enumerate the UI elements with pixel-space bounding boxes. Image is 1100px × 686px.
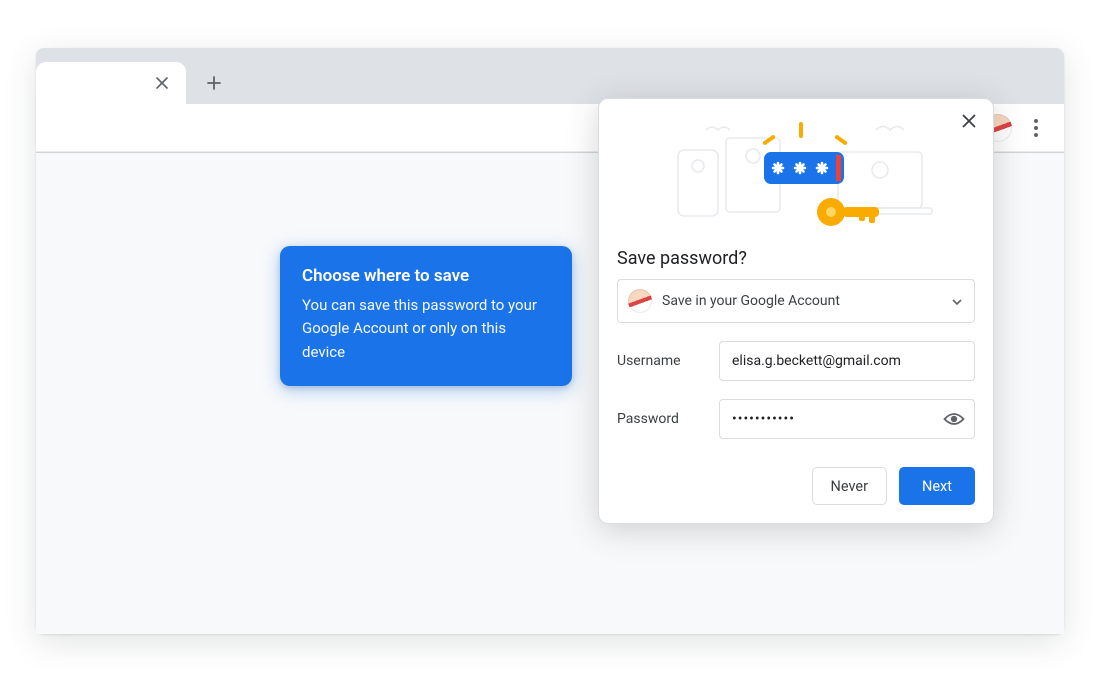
show-password-icon[interactable] — [941, 406, 967, 432]
overflow-menu-icon[interactable] — [1020, 112, 1052, 144]
account-avatar-icon — [628, 289, 652, 313]
tab-strip — [36, 48, 1064, 104]
never-button[interactable]: Never — [812, 467, 887, 505]
popup-title: Save password? — [617, 248, 975, 269]
browser-tab[interactable] — [36, 62, 186, 104]
next-button[interactable]: Next — [899, 467, 975, 505]
close-popup-button[interactable] — [955, 107, 983, 135]
tooltip-body: You can save this password to your Googl… — [302, 294, 550, 364]
password-illustration — [599, 105, 993, 240]
save-password-popup: Save password? Save in your Google Accou… — [598, 98, 994, 524]
caret-down-icon — [952, 293, 962, 309]
account-select-dropdown[interactable]: Save in your Google Account — [617, 279, 975, 323]
close-tab-icon[interactable] — [152, 73, 172, 93]
username-input[interactable] — [719, 341, 975, 381]
username-label: Username — [617, 353, 703, 369]
save-location-tooltip: Choose where to save You can save this p… — [280, 246, 572, 386]
new-tab-button[interactable] — [200, 69, 228, 97]
password-input[interactable] — [719, 399, 975, 439]
password-label: Password — [617, 411, 703, 427]
account-select-label: Save in your Google Account — [662, 293, 840, 309]
tooltip-title: Choose where to save — [302, 266, 550, 286]
